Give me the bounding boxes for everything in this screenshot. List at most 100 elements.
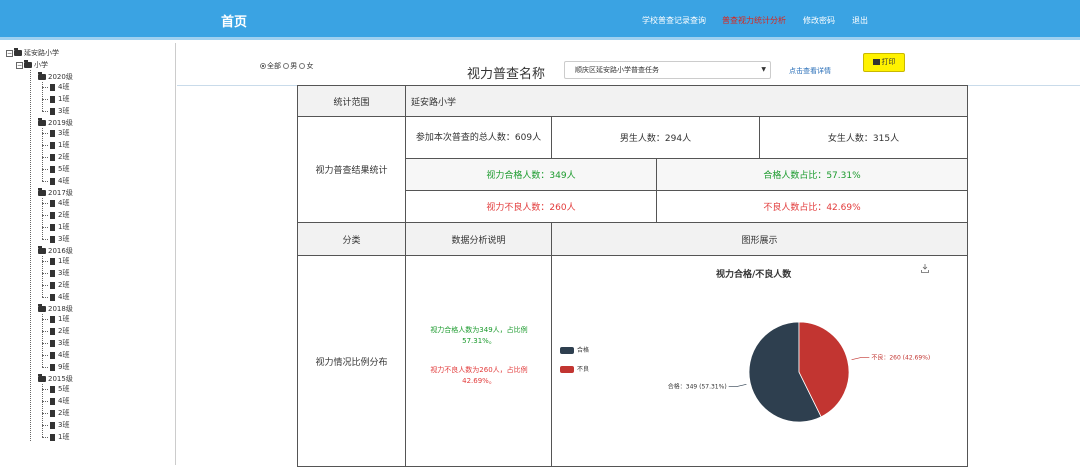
total-count: 参加本次普查的总人数：609人 xyxy=(415,132,542,143)
class-label: 1班 xyxy=(58,315,70,323)
collapse-toggle-icon[interactable]: − xyxy=(6,49,13,57)
class-label: 4班 xyxy=(58,397,70,405)
pass-ratio: 合格人数占比：57.31% xyxy=(763,171,861,181)
tree-class[interactable]: 1班 xyxy=(50,140,69,150)
legend-swatch-pass xyxy=(560,347,574,354)
tree-class[interactable]: 3班 xyxy=(50,338,69,348)
tree-grade[interactable]: 2019级 xyxy=(38,118,73,128)
nav-change-password[interactable]: 修改密码 xyxy=(803,15,835,26)
legend-item-fail[interactable]: 不良 xyxy=(560,364,589,373)
class-label: 4班 xyxy=(58,83,70,91)
tree-connector xyxy=(42,181,48,182)
class-label: 1班 xyxy=(58,257,70,265)
view-details-link[interactable]: 点击查看详情 xyxy=(789,66,831,76)
folder-icon xyxy=(14,48,22,56)
class-label: 2班 xyxy=(58,327,70,335)
tree-class[interactable]: 2班 xyxy=(50,210,69,220)
tree-class[interactable]: 2班 xyxy=(50,408,69,418)
tree-class[interactable]: 3班 xyxy=(50,420,69,430)
file-icon xyxy=(50,257,55,265)
class-label: 4班 xyxy=(58,293,70,301)
scope-label-cell: 统计范围 xyxy=(297,85,406,117)
home-title[interactable]: 首页 xyxy=(221,11,247,30)
pass-ratio-cell: 合格人数占比：57.31% xyxy=(656,158,968,191)
tree-grade[interactable]: 2017级 xyxy=(38,188,73,198)
folder-icon xyxy=(38,246,46,254)
folder-icon xyxy=(24,60,32,68)
collapse-toggle-icon[interactable]: − xyxy=(16,61,23,69)
tree-class[interactable]: 2班 xyxy=(50,326,69,336)
tree-class[interactable]: 1班 xyxy=(50,222,69,232)
tree-class[interactable]: 4班 xyxy=(50,396,69,406)
tree-grade[interactable]: 2018级 xyxy=(38,304,73,314)
tree-class[interactable]: 4班 xyxy=(50,292,69,302)
analysis-cell xyxy=(405,255,552,467)
tree-class[interactable]: 4班 xyxy=(50,176,69,186)
pie-label-line-fail xyxy=(851,357,870,361)
scope-value-cell: 延安路小学 xyxy=(405,85,968,117)
tree-class[interactable]: 3班 xyxy=(50,234,69,244)
radio-icon[interactable] xyxy=(299,63,306,69)
radio-male[interactable]: 男 xyxy=(283,62,297,70)
col-chart-cell: 图形展示 xyxy=(551,222,968,256)
grade-label: 2020级 xyxy=(48,73,73,81)
main-content: 全部 男 女 视力普查名称 顺庆区延安路小学普查任务 ▼ 点击查看详情 打印 统… xyxy=(177,43,1080,467)
download-icon[interactable] xyxy=(921,264,929,273)
class-label: 1班 xyxy=(58,433,70,441)
tree-class[interactable]: 3班 xyxy=(50,268,69,278)
tree-class[interactable]: 4班 xyxy=(50,198,69,208)
tree-class[interactable]: 4班 xyxy=(50,350,69,360)
tree-class[interactable]: 1班 xyxy=(50,94,69,104)
file-icon xyxy=(50,293,55,301)
tree-class[interactable]: 9班 xyxy=(50,362,69,372)
tree-connector xyxy=(42,297,48,298)
tree-grade[interactable]: 2016级 xyxy=(38,246,73,256)
class-label: 2班 xyxy=(58,281,70,289)
nav-logout[interactable]: 退出 xyxy=(852,15,868,26)
tree-class[interactable]: 5班 xyxy=(50,164,69,174)
tree-class[interactable]: 5班 xyxy=(50,384,69,394)
file-icon xyxy=(50,129,55,137)
folder-icon xyxy=(38,374,46,382)
nav-vision-statistics[interactable]: 普查视力统计分析 xyxy=(722,15,786,26)
class-label: 4班 xyxy=(58,177,70,185)
grade-label: 2019级 xyxy=(48,119,73,127)
tree-level[interactable]: − 小学 xyxy=(16,60,48,70)
tree-class[interactable]: 3班 xyxy=(50,128,69,138)
tree-connector xyxy=(42,128,43,181)
file-icon xyxy=(50,269,55,277)
radio-all[interactable]: 全部 xyxy=(260,62,281,70)
survey-select[interactable]: 顺庆区延安路小学普查任务 ▼ xyxy=(564,61,771,79)
radio-checked-icon[interactable] xyxy=(260,63,266,69)
tree-class[interactable]: 1班 xyxy=(50,256,69,266)
col-analysis-cell: 数据分析说明 xyxy=(405,222,552,256)
radio-female-label: 女 xyxy=(306,62,314,70)
print-button[interactable]: 打印 xyxy=(863,53,905,72)
tree-class[interactable]: 2班 xyxy=(50,152,69,162)
col-chart: 图形展示 xyxy=(741,235,778,246)
legend-label-fail: 不良 xyxy=(577,366,590,373)
row-label-cell: 视力情况比例分布 xyxy=(297,255,406,467)
tree-class[interactable]: 1班 xyxy=(50,314,69,324)
tree-class[interactable]: 3班 xyxy=(50,106,69,116)
tree-class[interactable]: 1班 xyxy=(50,432,69,442)
tree-level-label: 小学 xyxy=(34,61,48,69)
tree-grade[interactable]: 2015级 xyxy=(38,374,73,384)
tree-grade[interactable]: 2020级 xyxy=(38,72,73,82)
tree-root[interactable]: − 延安路小学 xyxy=(6,48,59,58)
nav-record-query[interactable]: 学校普查记录查询 xyxy=(642,15,706,26)
pass-count-cell: 视力合格人数：349人 xyxy=(405,158,657,191)
class-label: 4班 xyxy=(58,199,70,207)
file-icon xyxy=(50,409,55,417)
radio-icon[interactable] xyxy=(283,63,290,69)
file-icon xyxy=(50,339,55,347)
scope-label: 统计范围 xyxy=(333,97,370,108)
radio-female[interactable]: 女 xyxy=(299,62,313,70)
tree-class[interactable]: 2班 xyxy=(50,280,69,290)
legend-item-pass[interactable]: 合格 xyxy=(560,345,589,354)
file-icon xyxy=(50,363,55,371)
male-cell: 男生人数：294人 xyxy=(551,116,760,159)
file-icon xyxy=(50,141,55,149)
tree-class[interactable]: 4班 xyxy=(50,82,69,92)
file-icon xyxy=(50,315,55,323)
